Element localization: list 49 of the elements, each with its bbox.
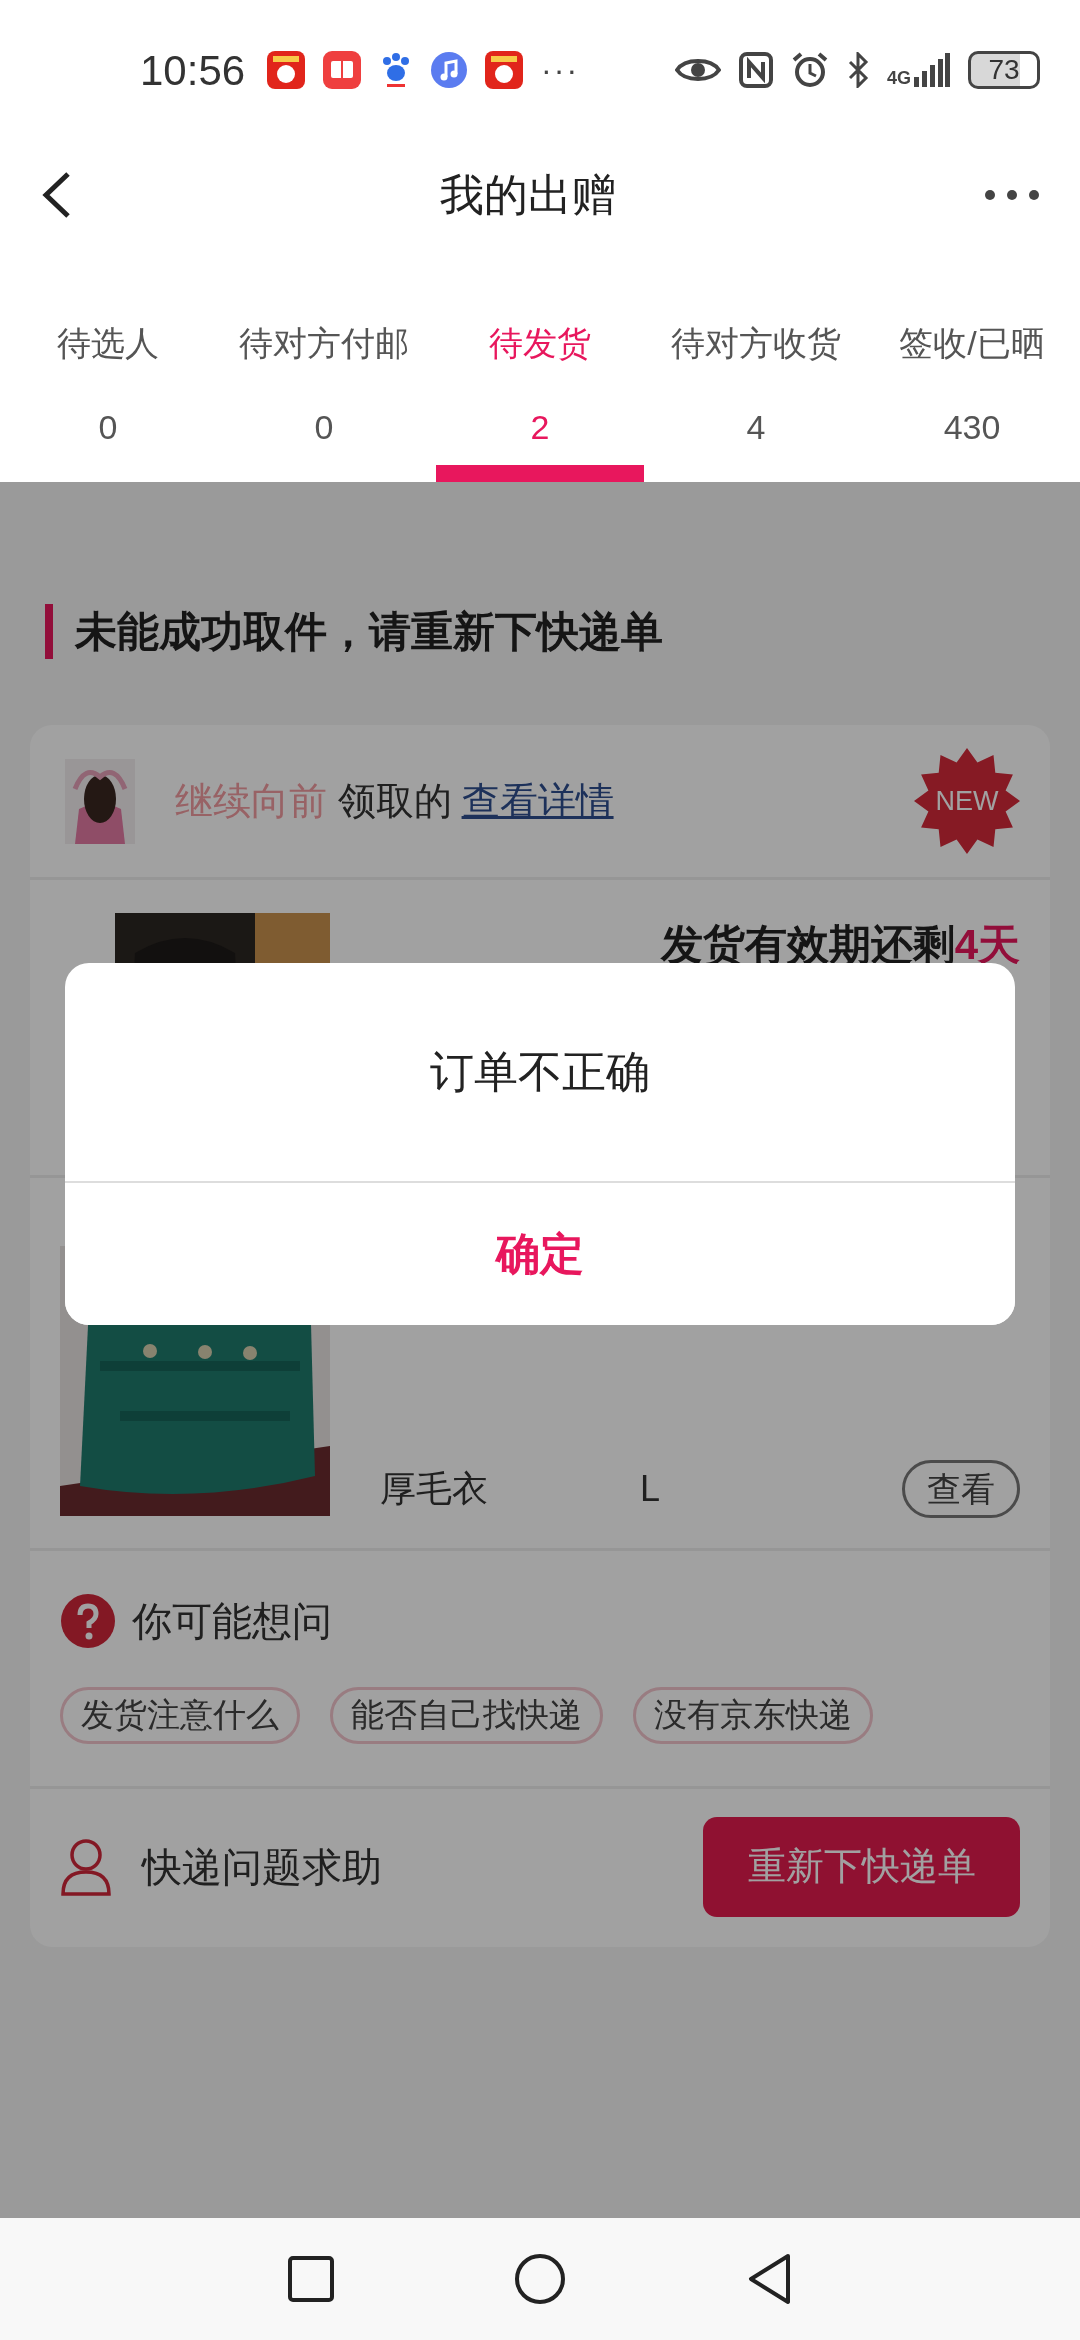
tab-label: 待发货 — [489, 323, 591, 364]
tab-count: 0 — [314, 407, 334, 448]
faq-title: 你可能想问 — [132, 1598, 332, 1645]
giver-text: 继续向前 领取的 — [175, 778, 452, 824]
back-icon[interactable] — [40, 170, 72, 220]
more-notifications: ··· — [541, 51, 580, 90]
view-button[interactable]: 查看 — [902, 1459, 1020, 1518]
question-icon — [60, 1593, 116, 1649]
back-icon[interactable] — [746, 2253, 792, 2305]
person-icon — [60, 1837, 112, 1896]
tab-label: 待对方收货 — [671, 323, 841, 364]
signal-icon — [914, 53, 950, 87]
app-notification-icon — [267, 51, 306, 89]
home-icon[interactable] — [514, 2253, 566, 2305]
details-link[interactable]: 查看详情 — [461, 772, 614, 830]
tab-label: 签收/已晒 — [899, 323, 1045, 364]
tab[interactable]: 待发货 2 — [432, 250, 648, 482]
tab[interactable]: 待对方付邮 0 — [216, 250, 432, 482]
help-label: 快递问题求助 — [142, 1843, 382, 1891]
product-size: L — [640, 1466, 661, 1511]
page-title: 我的出赠 — [440, 169, 616, 221]
question-chip[interactable]: 发货注意什么 — [60, 1687, 300, 1744]
question-chip[interactable]: 能否自己找快递 — [330, 1687, 603, 1744]
clock-time: 10:56 — [140, 45, 246, 96]
bluetooth-icon — [847, 52, 869, 88]
tab-count: 430 — [943, 407, 1001, 448]
product-name: 厚毛衣 — [380, 1466, 489, 1511]
new-badge: NEW — [914, 748, 1020, 854]
tab-count: 2 — [530, 407, 550, 448]
reorder-button[interactable]: 重新下快递单 — [703, 1816, 1020, 1917]
app-notification-icon — [485, 51, 524, 89]
battery-level: 73 — [968, 51, 1040, 89]
tab[interactable]: 待选人 0 — [0, 250, 216, 482]
tab-count: 4 — [746, 407, 766, 448]
more-icon[interactable] — [984, 189, 1040, 201]
section-marker — [45, 604, 53, 659]
question-chip[interactable]: 没有京东快递 — [633, 1687, 873, 1744]
tab-label: 待对方付邮 — [239, 323, 409, 364]
alarm-icon — [791, 51, 829, 89]
tab-label: 待选人 — [57, 323, 159, 364]
music-note-icon — [431, 52, 468, 88]
recent-apps-icon[interactable] — [288, 2256, 334, 2302]
tab[interactable]: 签收/已晒 430 — [864, 250, 1080, 482]
tab-count: 0 — [98, 407, 118, 448]
nfc-icon — [739, 52, 773, 88]
section-title: 未能成功取件，请重新下快递单 — [75, 607, 663, 657]
network-type: 4G — [887, 69, 911, 87]
tab[interactable]: 待对方收货 4 — [648, 250, 864, 482]
book-icon — [323, 51, 362, 89]
